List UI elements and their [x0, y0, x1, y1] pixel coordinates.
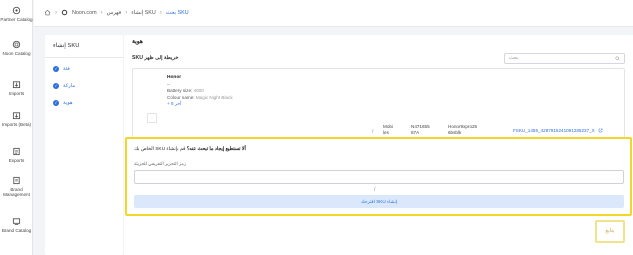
breadcrumb-catalog[interactable]: فهرس: [107, 10, 122, 16]
top-bar: › Noon.com › فهرس › إنشاء SKU › بحث SKU: [34, 0, 633, 27]
search-input[interactable]: بحث: [504, 53, 625, 64]
step-label: ماركة: [63, 83, 76, 89]
catalog-icon: [12, 6, 21, 15]
cant-find-suffix: قم بإنشاء: [166, 147, 186, 152]
breadcrumb-store[interactable]: Noon.com: [72, 10, 97, 16]
cant-find-panel: الخاص بك SKU ألا تستطيع إيجاد ما تبحث عن…: [125, 137, 632, 216]
collapse-handle[interactable]: /: [372, 129, 373, 135]
check-icon: ✓: [53, 100, 59, 106]
left-rail: Partner Catalog Noon Catalog Imports Imp…: [0, 0, 33, 255]
rail-item-label: Partner Catalog: [0, 17, 33, 22]
cant-find-bold: ألا تستطيع إيجاد ما تبحث عنه؟: [186, 147, 246, 152]
breadcrumb-search-sku: بحث SKU: [165, 9, 189, 16]
step-brand[interactable]: ✓ ماركة: [53, 83, 75, 89]
next-button[interactable]: يتابع: [595, 220, 625, 243]
import-icon: [12, 80, 21, 89]
colour-label: Colour name:: [167, 94, 195, 100]
rail-item-label: Noon Catalog: [2, 51, 31, 56]
step-category[interactable]: ✓ فئة: [53, 66, 70, 72]
home-icon[interactable]: [44, 9, 51, 16]
battery-row: Battery size: 4000: [167, 88, 233, 95]
create-sku-button[interactable]: اقترحك SKU إنشاء: [134, 195, 624, 208]
barcode-field-label: رمز التحرير التعريفي للجزيئة: [134, 161, 186, 166]
product-thumbnail: ◦: [147, 113, 157, 123]
sku-link[interactable]: FSKU_1455_4287915241091285237_X: [513, 128, 603, 133]
check-icon: ✓: [53, 83, 59, 89]
check-icon: ✓: [53, 66, 59, 72]
rail-item-partner-catalog[interactable]: Partner Catalog: [0, 6, 33, 22]
external-link-icon: [598, 128, 603, 133]
category-line: les: [383, 130, 389, 136]
rail-item-imports[interactable]: Imports: [0, 80, 33, 96]
collapse-handle[interactable]: /: [374, 187, 375, 193]
brand-catalog-icon: [12, 217, 21, 226]
breadcrumb: › Noon.com › فهرس › إنشاء SKU › بحث SKU: [44, 9, 189, 16]
search-icon: [615, 56, 620, 61]
product-category: Mobi les: [383, 124, 393, 137]
brand-management-icon: [12, 176, 21, 185]
colour-value: Magic Night Black: [195, 94, 233, 100]
product-details: Honor -- Battery size: 4000 Colour name:…: [167, 75, 233, 108]
battery-value: 4000: [193, 88, 204, 94]
battery-label: Battery size:: [167, 88, 193, 94]
chevron-right-icon: ›: [159, 9, 162, 16]
product-model: N471655 87A: [411, 124, 430, 137]
breadcrumb-create-sku[interactable]: إنشاء SKU: [131, 10, 156, 16]
model-line: 87A: [411, 130, 420, 136]
step-label: فئة: [63, 66, 70, 72]
chevron-right-icon: ›: [55, 9, 57, 16]
page-title: هوية: [132, 39, 143, 45]
chevron-right-icon: ›: [100, 9, 103, 16]
export-icon: [12, 147, 21, 156]
main-card: هوية SKU خريطة إلى ظهر بحث ◦ Honor -- Ba…: [124, 35, 633, 255]
product-dash: --: [167, 81, 171, 87]
steps-panel: إنشاء SKU ✓ فئة ✓ ماركة ✓ هوية: [45, 35, 123, 255]
rail-item-noon-catalog[interactable]: Noon Catalog: [0, 40, 33, 56]
rail-item-imports-beta[interactable]: Imports (Beta): [0, 111, 33, 127]
product-brand: Honor: [167, 75, 182, 80]
cant-find-title: الخاص بك SKU ألا تستطيع إيجاد ما تبحث عن…: [134, 147, 246, 152]
barcode-input[interactable]: [134, 170, 624, 184]
import-beta-icon: [12, 111, 21, 120]
noon-logo-icon: [61, 9, 68, 16]
search-placeholder: بحث: [509, 56, 519, 61]
rail-item-exports[interactable]: Exports: [0, 147, 33, 163]
steps-title: إنشاء SKU: [53, 43, 80, 49]
chevron-right-icon: ›: [125, 9, 128, 16]
rail-item-brand-catalog[interactable]: Brand Catalog: [0, 217, 33, 233]
step-identity[interactable]: ✓ هوية: [53, 100, 73, 106]
noon-catalog-icon: [12, 40, 21, 49]
rail-item-label: Brand Management: [3, 187, 30, 198]
rail-item-brand-management[interactable]: Brand Management: [0, 176, 33, 198]
partner-sku-line: 6bsblk: [448, 130, 462, 136]
section-title: SKU خريطة إلى ظهر: [132, 55, 179, 61]
cant-find-prefix: الخاص بك SKU: [134, 147, 166, 152]
rail-item-label: Exports: [8, 158, 25, 163]
product-partner-sku: Honor9xpro25 6bsblk: [448, 124, 477, 137]
divider: [45, 57, 123, 58]
more-attributes-link[interactable]: + آخر 6: [167, 101, 233, 108]
rail-item-label: Brand Catalog: [1, 228, 32, 233]
sku-link-text: FSKU_1455_4287915241091285237_X: [513, 128, 595, 133]
step-label: هوية: [63, 100, 73, 106]
rail-item-label: Imports (Beta): [1, 122, 32, 127]
rail-item-label: Imports: [8, 91, 25, 96]
